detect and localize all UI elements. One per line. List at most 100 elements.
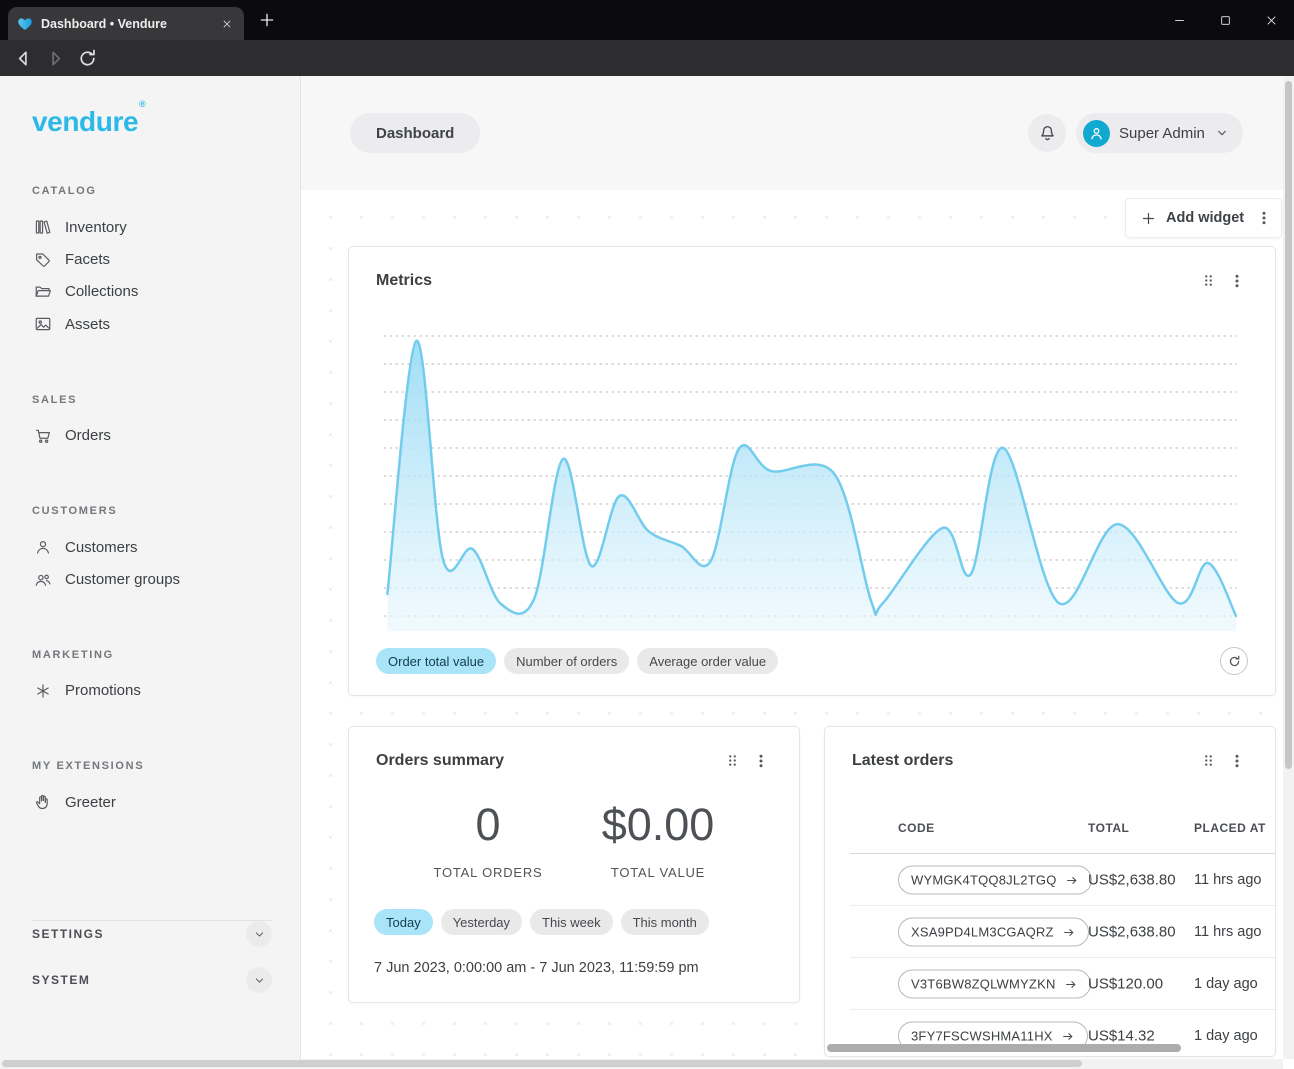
order-code-link[interactable]: XSA9PD4LM3CGAQRZ — [898, 918, 1089, 947]
order-code: V3T6BW8ZQLWMYZKN — [911, 977, 1056, 992]
scrollbar-thumb[interactable] — [1285, 81, 1292, 769]
order-total: US$120.00 — [1088, 976, 1163, 993]
order-code: WYMGK4TQQ8JL2TGQ — [911, 873, 1057, 888]
chip-button[interactable]: Number of orders — [504, 648, 629, 674]
page-horizontal-scrollbar[interactable] — [0, 1059, 1283, 1069]
arrow-right-icon — [1062, 925, 1076, 939]
order-row: WYMGK4TQQ8JL2TGQ US$2,638.80 11 hrs ago — [825, 854, 1275, 906]
sidebar-item-label: Orders — [65, 427, 111, 444]
breadcrumb[interactable]: Dashboard — [350, 113, 480, 153]
board-menu-icon[interactable] — [1256, 210, 1272, 226]
sidebar-section-heading: CATALOG — [32, 185, 300, 197]
sidebar-section: CUSTOMERS Customers Customer groups — [0, 505, 300, 596]
window-minimize-button[interactable] — [1156, 0, 1202, 40]
add-widget-container: Add widget — [1125, 198, 1282, 238]
chip-button[interactable]: This week — [530, 909, 613, 935]
widget-actions — [1201, 273, 1245, 289]
sidebar-item[interactable]: Promotions — [0, 675, 300, 707]
reload-button[interactable] — [76, 47, 99, 70]
user-icon — [34, 538, 52, 556]
hand-icon — [34, 793, 52, 811]
stat-label: TOTAL ORDERS — [393, 865, 583, 880]
drag-handle-icon[interactable] — [1201, 753, 1216, 768]
back-button[interactable] — [12, 47, 35, 70]
order-code-link[interactable]: WYMGK4TQQ8JL2TGQ — [898, 866, 1092, 895]
arrow-right-icon — [1061, 1029, 1075, 1043]
sidebar-nav: CATALOG Inventory Facets Collections Ass… — [0, 185, 300, 819]
widget-menu-icon[interactable] — [1229, 273, 1245, 289]
column-header-code: CODE — [898, 821, 935, 835]
order-placed-at: 1 day ago — [1194, 1027, 1262, 1045]
browser-tab[interactable]: Dashboard • Vendure — [8, 7, 244, 40]
date-range-text: 7 Jun 2023, 0:00:00 am - 7 Jun 2023, 11:… — [374, 960, 699, 976]
vendure-favicon-icon — [17, 16, 33, 32]
sidebar-item[interactable]: Facets — [0, 243, 300, 275]
chip-button[interactable]: Average order value — [637, 648, 778, 674]
sidebar-item-label: Customer groups — [65, 571, 180, 588]
sidebar: vendure® CATALOG Inventory Facets Collec… — [0, 76, 301, 1069]
user-icon — [1088, 125, 1105, 142]
stat-label: TOTAL VALUE — [563, 865, 753, 880]
expand-section-button[interactable] — [246, 967, 272, 993]
widget-menu-icon[interactable] — [1229, 753, 1245, 769]
tab-title: Dashboard • Vendure — [41, 17, 211, 31]
widget-menu-icon[interactable] — [753, 753, 769, 769]
refresh-icon — [1227, 654, 1242, 669]
sidebar-item[interactable]: Collections — [0, 276, 300, 308]
scrollbar-thumb[interactable] — [2, 1060, 1082, 1067]
chevron-down-icon — [252, 973, 267, 988]
sidebar-item-label: Collections — [65, 283, 138, 300]
page-header: Dashboard Super Admin — [301, 76, 1294, 190]
table-horizontal-scrollbar[interactable] — [827, 1044, 1181, 1052]
chevron-down-icon — [1214, 125, 1230, 141]
summary-stat: 0 TOTAL ORDERS — [393, 799, 583, 880]
chip-button[interactable]: Yesterday — [441, 909, 522, 935]
sidebar-item-label: Greeter — [65, 794, 116, 811]
tab-close-icon[interactable] — [219, 16, 235, 32]
sidebar-item[interactable]: Inventory — [0, 211, 300, 243]
chip-button[interactable]: Today — [374, 909, 433, 935]
add-widget-button[interactable]: Add widget — [1166, 210, 1244, 226]
order-row: XSA9PD4LM3CGAQRZ US$2,638.80 11 hrs ago — [825, 906, 1275, 958]
orders-summary-widget: Orders summary 0 TOTAL ORDERS $0.00 TOTA… — [348, 726, 800, 1003]
books-icon — [34, 218, 52, 236]
drag-handle-icon[interactable] — [1201, 273, 1216, 288]
sidebar-item-label: Assets — [65, 316, 110, 333]
user-menu-button[interactable]: Super Admin — [1076, 113, 1243, 153]
window-close-button[interactable] — [1248, 0, 1294, 40]
users-icon — [34, 571, 52, 589]
chip-button[interactable]: This month — [621, 909, 709, 935]
asterisk-icon — [34, 682, 52, 700]
page-vertical-scrollbar[interactable] — [1283, 76, 1294, 1059]
sidebar-collapsed-section[interactable]: SETTINGS — [32, 921, 272, 947]
window-maximize-button[interactable] — [1202, 0, 1248, 40]
sidebar-item[interactable]: Assets — [0, 308, 300, 340]
sidebar-item-label: Inventory — [65, 219, 127, 236]
sidebar-item[interactable]: Orders — [0, 420, 300, 452]
sidebar-item[interactable]: Greeter — [0, 786, 300, 818]
summary-stat: $0.00 TOTAL VALUE — [563, 799, 753, 880]
order-row: V3T6BW8ZQLWMYZKN US$120.00 1 day ago — [825, 958, 1275, 1010]
order-code-link[interactable]: V3T6BW8ZQLWMYZKN — [898, 970, 1091, 999]
sidebar-item[interactable]: Customers — [0, 531, 300, 563]
sidebar-item[interactable]: Customer groups — [0, 563, 300, 595]
chip-button[interactable]: Order total value — [376, 648, 496, 674]
order-code: 3FY7FSCWSHMA11HX — [911, 1029, 1053, 1044]
chevron-down-icon — [252, 927, 267, 942]
order-placed-at: 11 hrs ago — [1194, 871, 1262, 889]
sidebar-item-label: Facets — [65, 251, 110, 268]
column-header-placed-at: PLACED AT — [1194, 821, 1266, 835]
notifications-button[interactable] — [1028, 114, 1066, 152]
expand-section-button[interactable] — [246, 921, 272, 947]
drag-handle-icon[interactable] — [725, 753, 740, 768]
new-tab-button[interactable] — [258, 11, 276, 29]
refresh-button[interactable] — [1220, 647, 1248, 675]
sidebar-collapsed-section[interactable]: SYSTEM — [32, 967, 272, 993]
user-name: Super Admin — [1119, 125, 1205, 142]
vendure-logo: vendure® — [32, 106, 145, 138]
user-avatar — [1083, 120, 1110, 147]
folder-icon — [34, 283, 52, 301]
forward-button[interactable] — [44, 47, 67, 70]
arrow-right-icon — [1064, 977, 1078, 991]
order-placed-at: 1 day ago — [1194, 975, 1262, 993]
